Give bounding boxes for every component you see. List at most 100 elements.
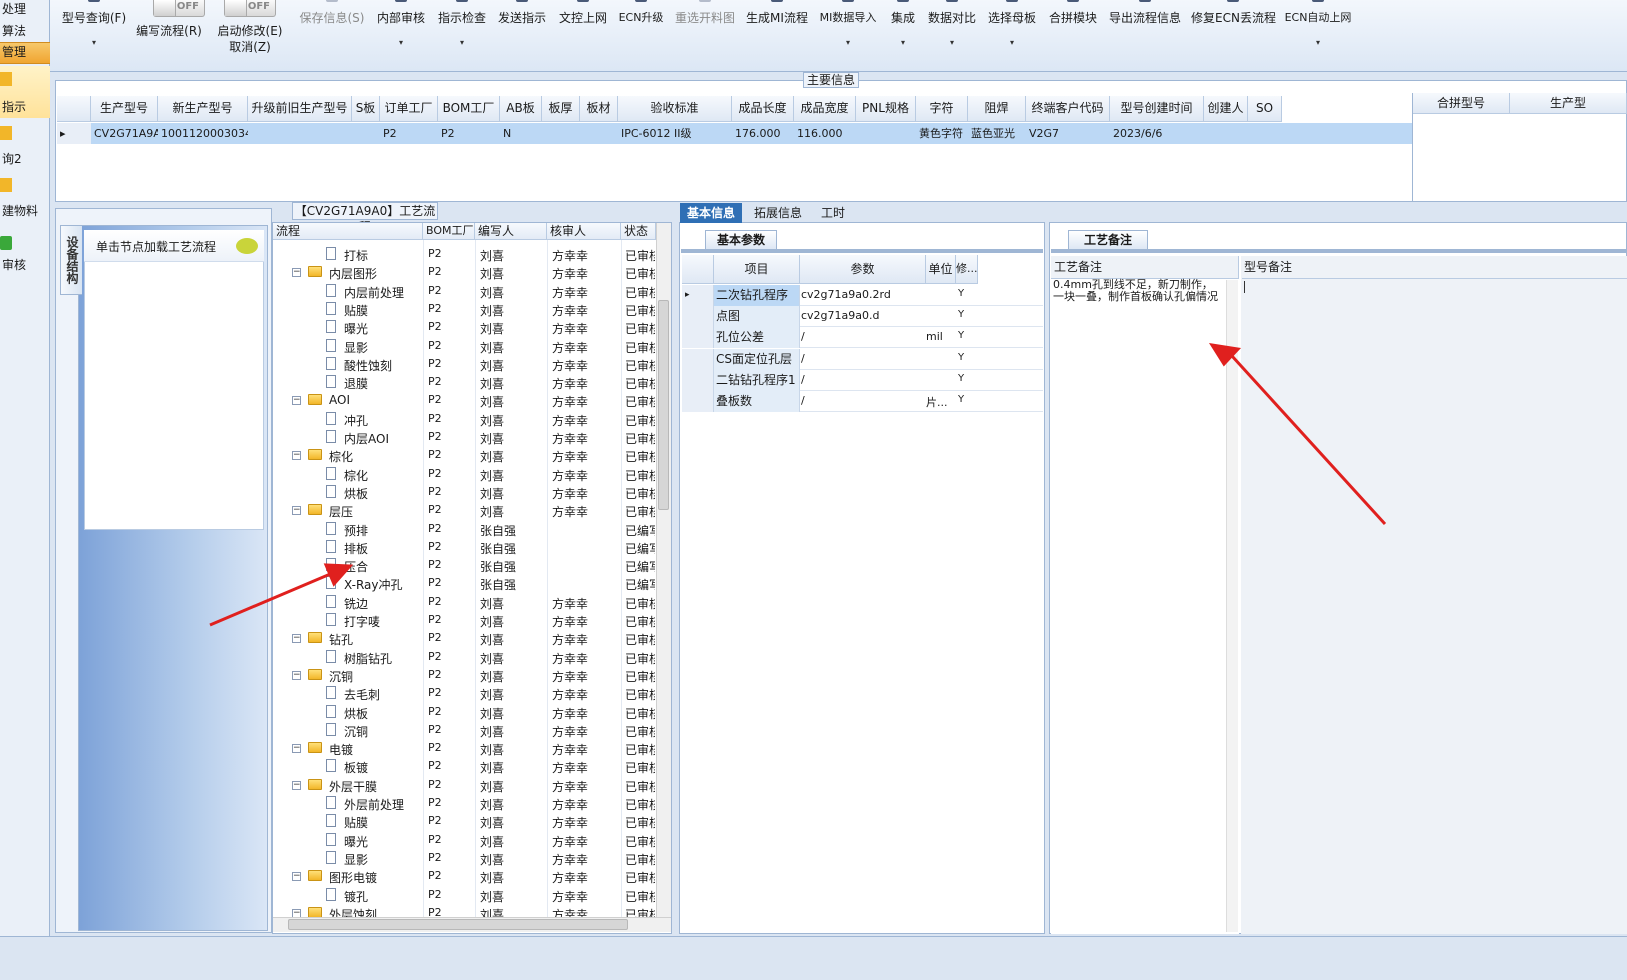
instruction-check-button[interactable]: 指示检查 ▾: [436, 0, 488, 60]
collapse-icon[interactable]: −: [292, 670, 301, 680]
process-note-scrollbar[interactable]: [1226, 280, 1238, 932]
tab-basic-info[interactable]: 基本信息: [680, 203, 743, 223]
collapse-icon[interactable]: −: [292, 780, 301, 790]
export-flow-info-button[interactable]: 导出流程信息: [1107, 0, 1183, 60]
tree-node-group[interactable]: − 沉铜 P2 刘喜 方幸幸 已审核: [273, 666, 656, 684]
nav-item-instruction[interactable]: 指示: [0, 66, 50, 118]
tab-basic-params[interactable]: 基本参数: [705, 230, 777, 250]
main-cell-finished-width[interactable]: 116.000: [794, 123, 856, 144]
main-col-finished-length[interactable]: 成品长度: [732, 96, 794, 122]
reselect-cutting-button[interactable]: 重选开料图: [673, 0, 737, 60]
save-info-button[interactable]: 保存信息(S): [297, 0, 367, 60]
data-compare-button[interactable]: 数据对比 ▾: [926, 0, 978, 60]
tree-node-step[interactable]: 打标 P2 刘喜 方幸幸 已审核: [273, 245, 656, 263]
nav-item-review[interactable]: 审核: [0, 228, 50, 276]
tab-process-notes[interactable]: 工艺备注: [1068, 230, 1148, 250]
model-query-button[interactable]: 型号查询(F) ▾: [60, 0, 128, 60]
tree-node-step[interactable]: 退膜 P2 刘喜 方幸幸 已审核: [273, 373, 656, 391]
main-col-so[interactable]: SO: [1248, 96, 1282, 122]
main-cell-bom-factory[interactable]: P2: [438, 123, 500, 144]
tree-node-step[interactable]: 显影 P2 刘喜 方幸幸 已审核: [273, 849, 656, 867]
main-col-end-customer-code[interactable]: 终端客户代码: [1026, 96, 1110, 122]
model-note-textarea[interactable]: [1242, 278, 1627, 934]
tree-col-writer[interactable]: 编写人: [475, 223, 547, 240]
tree-node-step[interactable]: 冲孔 P2 刘喜 方幸幸 已审核: [273, 410, 656, 428]
collapse-icon[interactable]: −: [292, 744, 301, 754]
tree-node-step[interactable]: 贴膜 P2 刘喜 方幸幸 已审核: [273, 812, 656, 830]
main-col-ab-board[interactable]: AB板: [500, 96, 542, 122]
nav-item-process[interactable]: 处理: [0, 0, 50, 22]
tab-work-hours[interactable]: 工时: [814, 203, 852, 223]
internal-review-button[interactable]: 内部审核 ▾: [375, 0, 427, 60]
main-col-bom-factory[interactable]: BOM工厂: [438, 96, 500, 122]
tree-node-step[interactable]: 棕化 P2 刘喜 方幸幸 已审核: [273, 465, 656, 483]
tree-node-step[interactable]: 排板 P2 张自强 已编写: [273, 538, 656, 556]
collapse-icon[interactable]: −: [292, 268, 301, 278]
main-col-character[interactable]: 字符: [916, 96, 968, 122]
main-cell-board-material[interactable]: [580, 123, 618, 144]
tree-col-flow[interactable]: 流程: [273, 223, 423, 240]
main-cell-end-customer-code[interactable]: V2G7: [1026, 123, 1110, 144]
tree-node-step[interactable]: 镀孔 P2 刘喜 方幸幸 已审核: [273, 886, 656, 904]
send-instruction-button[interactable]: 发送指示: [496, 0, 548, 60]
params-col-modify[interactable]: 修...: [956, 255, 978, 284]
tree-node-step[interactable]: 烘板 P2 刘喜 方幸幸 已审核: [273, 483, 656, 501]
tree-node-step[interactable]: 树脂钻孔 P2 刘喜 方幸幸 已审核: [273, 648, 656, 666]
ecn-auto-online-button[interactable]: ECN自动上网 ▾: [1283, 0, 1353, 60]
tree-node-step[interactable]: 酸性蚀刻 P2 刘喜 方幸幸 已审核: [273, 355, 656, 373]
tree-node-step[interactable]: 板镀 P2 刘喜 方幸幸 已审核: [273, 757, 656, 775]
main-col-pnl-spec[interactable]: PNL规格: [856, 96, 916, 122]
tree-node-step[interactable]: 烘板 P2 刘喜 方幸幸 已审核: [273, 703, 656, 721]
main-col-production-model[interactable]: 生产型号: [91, 96, 158, 122]
params-col-item[interactable]: 项目: [714, 255, 800, 284]
main-cell-production-model[interactable]: CV2G71A9A0: [91, 123, 158, 144]
main-col-creator[interactable]: 创建人: [1204, 96, 1248, 122]
tree-scroll-thumb[interactable]: [658, 300, 669, 510]
tree-node-step[interactable]: X-Ray冲孔 P2 张自强 已编写: [273, 574, 656, 592]
tree-node-group[interactable]: − 内层图形 P2 刘喜 方幸幸 已审核: [273, 263, 656, 281]
tree-node-step[interactable]: 打字唛 P2 刘喜 方幸幸 已审核: [273, 611, 656, 629]
params-col-value[interactable]: 参数: [800, 255, 926, 284]
tree-node-group[interactable]: − 外层干膜 P2 刘喜 方幸幸 已审核: [273, 776, 656, 794]
main-cell-so[interactable]: [1248, 123, 1282, 144]
tree-node-group[interactable]: − AOI P2 刘喜 方幸幸 已审核: [273, 391, 656, 409]
tree-node-step[interactable]: 内层AOI P2 刘喜 方幸幸 已审核: [273, 428, 656, 446]
tree-node-step[interactable]: 曝光 P2 刘喜 方幸幸 已审核: [273, 318, 656, 336]
repair-ecn-flow-button[interactable]: 修复ECN丢流程: [1191, 0, 1276, 60]
main-cell-board-thickness[interactable]: [542, 123, 580, 144]
tree-node-step[interactable]: 沉铜 P2 刘喜 方幸幸 已审核: [273, 721, 656, 739]
generate-mi-flow-button[interactable]: 生成MI流程: [745, 0, 809, 60]
main-col-model-create-time[interactable]: 型号创建时间: [1110, 96, 1204, 122]
tree-node-step[interactable]: 预排 P2 张自强 已编写: [273, 520, 656, 538]
param-row[interactable]: 叠板数 / 片... Y: [682, 391, 1043, 412]
tree-col-reviewer[interactable]: 核审人: [547, 223, 621, 240]
main-col-board-thickness[interactable]: 板厚: [542, 96, 580, 122]
tree-node-group[interactable]: − 层压 P2 刘喜 方幸幸 已审核: [273, 501, 656, 519]
tree-node-group[interactable]: − 钻孔 P2 刘喜 方幸幸 已审核: [273, 629, 656, 647]
main-cell-order-factory[interactable]: P2: [380, 123, 438, 144]
tree-node-step[interactable]: 贴膜 P2 刘喜 方幸幸 已审核: [273, 300, 656, 318]
main-col-order-factory[interactable]: 订单工厂: [380, 96, 438, 122]
tree-node-step[interactable]: 去毛刺 P2 刘喜 方幸幸 已审核: [273, 684, 656, 702]
nav-item-algorithm[interactable]: 算法: [0, 22, 50, 44]
main-col-board-material[interactable]: 板材: [580, 96, 618, 122]
collapse-icon[interactable]: −: [292, 506, 301, 516]
main-col-s-board[interactable]: S板: [352, 96, 380, 122]
mi-data-import-button[interactable]: MI数据导入 ▾: [816, 0, 880, 60]
param-row[interactable]: 二钻钻孔程序1/ Y: [682, 369, 1043, 391]
main-col-new-production-model[interactable]: 新生产型号: [158, 96, 248, 122]
process-note-textarea[interactable]: [1051, 278, 1239, 934]
param-row[interactable]: 点图 cv2g71a9a0.d Y: [682, 306, 1043, 328]
select-mother-board-button[interactable]: 选择母板 ▾: [986, 0, 1038, 60]
main-col-acceptance-standard[interactable]: 验收标准: [618, 96, 732, 122]
tree-node-step[interactable]: 外层前处理 P2 刘喜 方幸幸 已审核: [273, 794, 656, 812]
tree-col-bom[interactable]: BOM工厂: [423, 223, 475, 240]
tree-node-step[interactable]: 内层前处理 P2 刘喜 方幸幸 已审核: [273, 282, 656, 300]
main-cell-pnl-spec[interactable]: [856, 123, 916, 144]
nav-item-build-material[interactable]: 建物料: [0, 174, 50, 222]
main-col-solder-mask[interactable]: 阻焊: [968, 96, 1026, 122]
param-row[interactable]: ▸ 二次钻孔程序 cv2g71a9a0.2rd Y: [682, 285, 1043, 306]
main-cell-finished-length[interactable]: 176.000: [732, 123, 794, 144]
tree-hscroll-thumb[interactable]: [288, 919, 628, 930]
main-col-finished-width[interactable]: 成品宽度: [794, 96, 856, 122]
